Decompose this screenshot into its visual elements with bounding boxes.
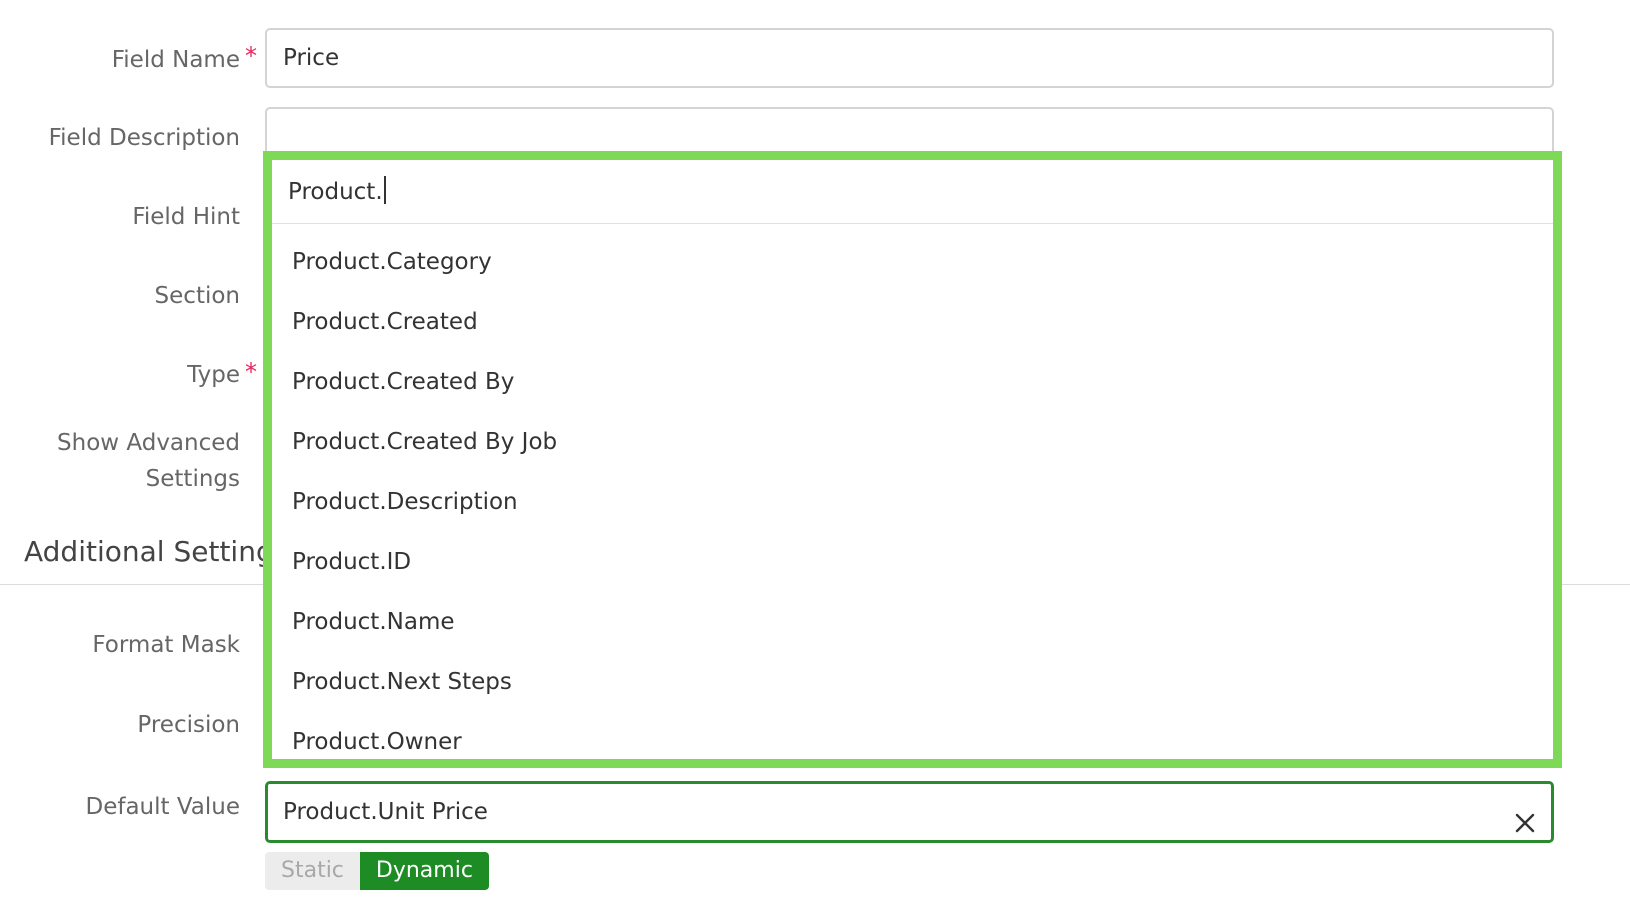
- dropdown-option[interactable]: Product.Next Steps: [272, 652, 1553, 712]
- additional-settings-heading: Additional Settings: [24, 535, 289, 568]
- dropdown-options-list: Product.Category Product.Created Product…: [272, 224, 1553, 759]
- precision-label: Precision: [137, 712, 240, 738]
- text-cursor: [383, 176, 386, 204]
- dropdown-option[interactable]: Product.Owner: [272, 712, 1553, 759]
- dynamic-toggle-button[interactable]: Dynamic: [359, 852, 489, 890]
- field-name-input[interactable]: Price: [265, 28, 1554, 88]
- type-required-marker: *: [245, 358, 257, 386]
- dropdown-search-input[interactable]: Product.: [272, 160, 1553, 224]
- field-description-label: Field Description: [48, 125, 240, 151]
- show-advanced-settings-label-line2: Settings: [145, 466, 240, 492]
- field-hint-label: Field Hint: [132, 204, 240, 230]
- format-mask-label: Format Mask: [92, 632, 240, 658]
- dropdown-option[interactable]: Product.ID: [272, 532, 1553, 592]
- static-toggle-button[interactable]: Static: [265, 852, 360, 890]
- close-icon[interactable]: [1513, 800, 1537, 833]
- dropdown-option[interactable]: Product.Created: [272, 292, 1553, 352]
- default-value-input[interactable]: Product.Unit Price: [265, 781, 1554, 843]
- show-advanced-settings-label-line1: Show Advanced: [57, 430, 240, 456]
- default-value-label: Default Value: [85, 794, 240, 820]
- field-name-label: Field Name: [111, 47, 240, 73]
- default-value-text: Product.Unit Price: [283, 799, 488, 825]
- dropdown-option[interactable]: Product.Created By Job: [272, 412, 1553, 472]
- dropdown-option[interactable]: Product.Name: [272, 592, 1553, 652]
- type-label: Type: [187, 362, 240, 388]
- field-name-required-marker: *: [245, 42, 257, 70]
- field-autocomplete-dropdown: Product. Product.Category Product.Create…: [263, 151, 1562, 768]
- dropdown-option[interactable]: Product.Created By: [272, 352, 1553, 412]
- value-mode-toggle: Static Dynamic: [265, 852, 489, 890]
- dropdown-option[interactable]: Product.Description: [272, 472, 1553, 532]
- dropdown-option[interactable]: Product.Category: [272, 232, 1553, 292]
- section-label: Section: [154, 283, 240, 309]
- dropdown-search-text: Product.: [288, 179, 383, 205]
